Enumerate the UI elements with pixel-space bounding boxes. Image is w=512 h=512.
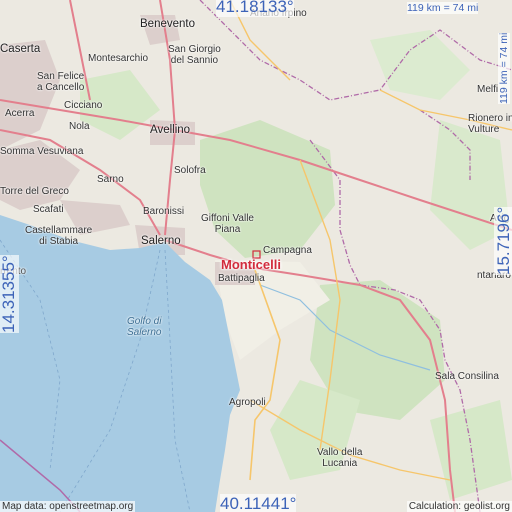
place-sala-consilina: Sala Consilina xyxy=(435,371,499,382)
place-golfo-di-salerno: Golfo di Salerno xyxy=(127,316,162,338)
scale-horizontal: 119 km = 74 mi xyxy=(407,2,479,14)
latitude-top-label: 41.18133° xyxy=(216,0,294,17)
place-nola: Nola xyxy=(69,121,90,132)
place-avellino: Avellino xyxy=(150,124,191,136)
place-vallo-della-lucania: Vallo della Lucania xyxy=(317,447,363,469)
place-rionero: Rionero in Vulture xyxy=(468,113,512,135)
place-giffoni: Giffoni Valle Piana xyxy=(201,213,254,235)
center-label: Monticelli xyxy=(221,257,281,272)
place-montesarchio: Montesarchio xyxy=(88,53,149,64)
place-torre-del-greco: Torre del Greco xyxy=(0,186,69,197)
place-benevento: Benevento xyxy=(140,18,195,30)
place-sarno: Sarno xyxy=(97,174,124,185)
latitude-bottom-label: 40.11441° xyxy=(220,494,297,512)
attribution-calculation[interactable]: Calculation: geolist.org xyxy=(406,501,512,512)
longitude-left-label: 14.31355° xyxy=(0,255,19,333)
place-battipaglia: Battipaglia xyxy=(218,273,265,284)
scale-vertical: 119 km = 74 mi xyxy=(498,32,510,104)
place-caserta: Caserta xyxy=(0,43,41,55)
map-viewport[interactable]: Benevento Ariano Irpino Caserta Montesar… xyxy=(0,0,512,512)
place-campagna: Campagna xyxy=(263,245,312,256)
place-castellammare: Castellammare di Stabia xyxy=(25,225,93,247)
place-salerno: Salerno xyxy=(141,235,181,247)
place-agropoli: Agropoli xyxy=(229,397,266,408)
attribution-map-data[interactable]: Map data: openstreetmap.org xyxy=(0,501,136,512)
place-scafati: Scafati xyxy=(33,204,64,215)
place-baronissi: Baronissi xyxy=(143,206,185,217)
place-solofra: Solofra xyxy=(174,165,206,176)
place-san-felice: San Felice a Cancello xyxy=(37,71,85,93)
place-san-giorgio: San Giorgio del Sannio xyxy=(168,44,221,66)
place-somma-vesuviana: Somma Vesuviana xyxy=(0,146,84,157)
place-melfi: Melfi xyxy=(477,84,499,95)
place-acerra: Acerra xyxy=(5,108,35,119)
place-cicciano: Cicciano xyxy=(64,100,103,111)
longitude-right-label: 15.7196° xyxy=(494,206,512,275)
